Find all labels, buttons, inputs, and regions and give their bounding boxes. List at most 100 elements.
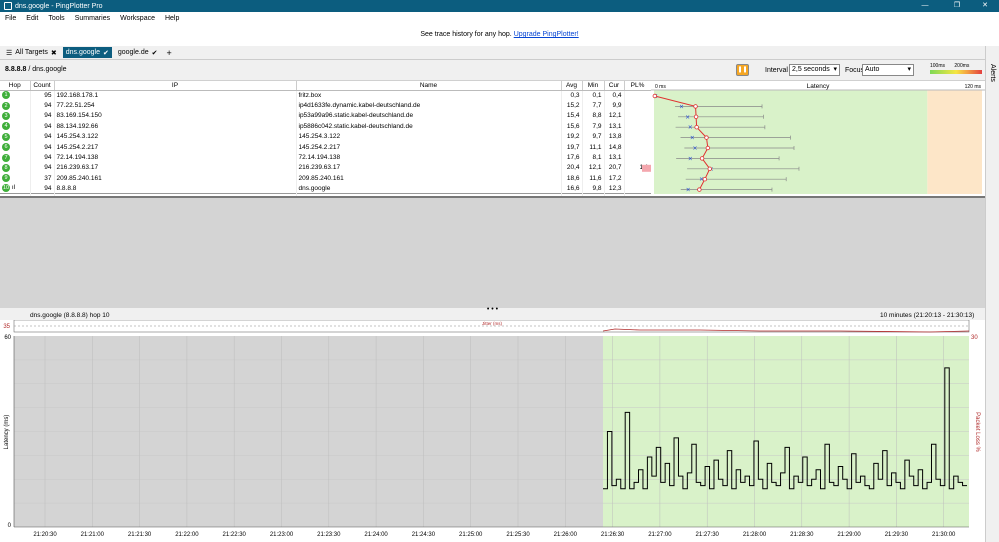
- name-cell: 145.254.2.217: [296, 141, 562, 153]
- pl-cell: [624, 183, 652, 194]
- timeline-graph[interactable]: Jitter (ms) 35 21:20:30 21:21:00 21:21:30 21:…: [0, 320, 985, 542]
- menu-tools[interactable]: Tools: [43, 15, 69, 22]
- count-cell: 94: [30, 162, 55, 174]
- table-row[interactable]: 3 94 83.169.154.150 ip53a99a96.static.kabel…: [0, 110, 652, 122]
- table-row[interactable]: 5 94 145.254.3.122 145.254.3.122 19,2 9,7 13,8: [0, 131, 652, 142]
- col-min[interactable]: Min: [582, 81, 605, 91]
- ip-cell: 88.134.192.66: [54, 121, 297, 132]
- avg-cell: 15,6: [561, 121, 583, 132]
- name-cell: ip4d1633fe.dynamic.kabel-deutschland.de: [296, 100, 562, 111]
- tab-dns-google-label: dns.google: [65, 49, 100, 56]
- maximize-button[interactable]: ❐: [943, 0, 971, 12]
- hop-table: Hop Count IP Name Avg Min Cur PL% 1 95 192…: [0, 81, 652, 205]
- table-row[interactable]: 8 94 216.239.63.17 216.239.63.17 20,4 12,1 20,…: [0, 162, 652, 174]
- current-marker: ×: [686, 187, 691, 194]
- table-row[interactable]: 6 94 145.254.2.217 145.254.2.217 19,7 11,1 14,…: [0, 141, 652, 153]
- menu-help[interactable]: Help: [160, 15, 184, 22]
- add-tab-button[interactable]: +: [164, 47, 175, 58]
- menu-workspace[interactable]: Workspace: [115, 15, 160, 22]
- name-cell: 209.85.240.161: [296, 173, 562, 184]
- pause-icon: ❚❚: [737, 67, 748, 73]
- latency-orange-zone: [927, 90, 982, 194]
- tab-google-de[interactable]: google.de ✔: [115, 47, 161, 58]
- pl-cell: [624, 121, 652, 132]
- y2-axis-label: Packet Loss %: [974, 412, 980, 452]
- hop-badge: 6: [2, 143, 10, 152]
- col-ip[interactable]: IP: [54, 81, 297, 91]
- table-row[interactable]: 9 37 209.85.240.161 209.85.240.161 18,6 11,6 1…: [0, 173, 652, 184]
- close-icon[interactable]: ✖: [51, 49, 57, 57]
- cur-cell: 17,2: [604, 173, 625, 184]
- col-avg[interactable]: Avg: [561, 81, 583, 91]
- tab-all-targets[interactable]: ☰ All Targets ✖: [3, 47, 60, 58]
- x-tick-label: 21:21:30: [128, 532, 152, 538]
- tab-dns-google[interactable]: dns.google ✔: [62, 47, 112, 58]
- graph-title: dns.google (8.8.8.8) hop 10: [30, 312, 110, 319]
- table-row[interactable]: 4 94 88.134.192.66 ip5886c042.static.kabel-…: [0, 121, 652, 132]
- x-tick-label: 21:27:30: [696, 532, 720, 538]
- col-hop[interactable]: Hop: [0, 81, 31, 91]
- hop-cell: 3: [0, 110, 31, 122]
- x-tick-label: 21:20:30: [33, 532, 57, 538]
- toolbar: 8.8.8.8 / dns.google ❚❚ Interval 2,5 sec…: [0, 60, 985, 81]
- tab-google-de-label: google.de: [117, 49, 149, 56]
- table-row[interactable]: 1 95 192.168.178.1 fritz.box 0,3 0,1 0,4: [0, 90, 652, 101]
- close-button[interactable]: ✕: [971, 0, 999, 12]
- avg-point: [702, 176, 708, 182]
- menu-summaries[interactable]: Summaries: [70, 15, 115, 22]
- hop-badge: 2: [2, 101, 10, 110]
- x-tick-label: 21:23:30: [317, 532, 341, 538]
- x-tick-label: 21:24:00: [364, 532, 388, 538]
- table-row[interactable]: 7 94 72.14.194.138 72.14.194.138 17,6 8,1 13,1: [0, 152, 652, 163]
- cur-cell: 14,8: [604, 141, 625, 153]
- upgrade-link[interactable]: Upgrade PingPlotter!: [514, 31, 579, 38]
- avg-point: [697, 187, 702, 192]
- x-tick-label: 21:26:00: [554, 532, 578, 538]
- x-tick-label: 21:22:00: [175, 532, 199, 538]
- current-marker: ×: [692, 145, 697, 152]
- hop-badge: 3: [2, 111, 10, 120]
- interval-select[interactable]: 2,5 seconds: [789, 64, 840, 76]
- table-row[interactable]: 10 ıl 94 8.8.8.8 dns.google 16,6 9,8 12,3: [0, 183, 652, 194]
- hop-badge: 1: [2, 91, 10, 100]
- graph-icon: ıl: [11, 184, 16, 192]
- hop-cell: 1: [0, 90, 31, 101]
- name-cell: 145.254.3.122: [296, 131, 562, 142]
- min-cell: 11,6: [582, 173, 605, 184]
- upgrade-banner: See trace history for any hop. Upgrade P…: [0, 24, 999, 46]
- hop-cell: 2: [0, 100, 31, 111]
- avg-cell: 15,2: [561, 100, 583, 111]
- avg-point: [699, 156, 705, 161]
- x-tick-label: 21:28:30: [790, 532, 814, 538]
- avg-point: [693, 114, 699, 119]
- x-tick-label: 21:27:00: [648, 532, 672, 538]
- avg-cell: 16,6: [561, 183, 583, 194]
- minimize-button[interactable]: —: [911, 0, 939, 12]
- col-count[interactable]: Count: [30, 81, 55, 91]
- jitter-label: Jitter (ms): [482, 321, 502, 326]
- cur-cell: 0,4: [604, 90, 625, 101]
- x-tick-label: 21:21:00: [81, 532, 105, 538]
- x-tick-label: 21:29:30: [885, 532, 909, 538]
- tab-all-targets-label: All Targets: [15, 49, 48, 56]
- hop-cell: 9: [0, 173, 31, 184]
- title-bar: dns.google - PingPlotter Pro — ❐ ✕: [0, 0, 999, 12]
- cur-cell: 20,7: [604, 162, 625, 174]
- ip-cell: 83.169.154.150: [54, 110, 297, 122]
- col-cur[interactable]: Cur: [604, 81, 625, 91]
- cur-cell: 12,1: [604, 110, 625, 122]
- col-name[interactable]: Name: [296, 81, 562, 91]
- min-cell: 7,9: [582, 121, 605, 132]
- x-tick-label: 21:26:30: [601, 532, 625, 538]
- col-pl[interactable]: PL%: [624, 81, 652, 91]
- table-row[interactable]: 2 94 77.22.51.254 ip4d1633fe.dynamic.kabel-…: [0, 100, 652, 111]
- pause-button[interactable]: ❚❚: [736, 64, 749, 76]
- alerts-label: Alerts: [989, 64, 996, 82]
- menu-edit[interactable]: Edit: [21, 15, 43, 22]
- focus-select[interactable]: Auto: [862, 64, 914, 76]
- hop-panel: Hop Count IP Name Avg Min Cur PL% 1 95 192…: [0, 81, 985, 205]
- latency-chart[interactable]: Latency0 ms120 ms××××××××××Focus: 21:26:…: [642, 81, 985, 205]
- alerts-panel[interactable]: Alerts: [985, 46, 999, 542]
- banner-text: See trace history for any hop.: [420, 31, 512, 38]
- menu-file[interactable]: File: [0, 15, 21, 22]
